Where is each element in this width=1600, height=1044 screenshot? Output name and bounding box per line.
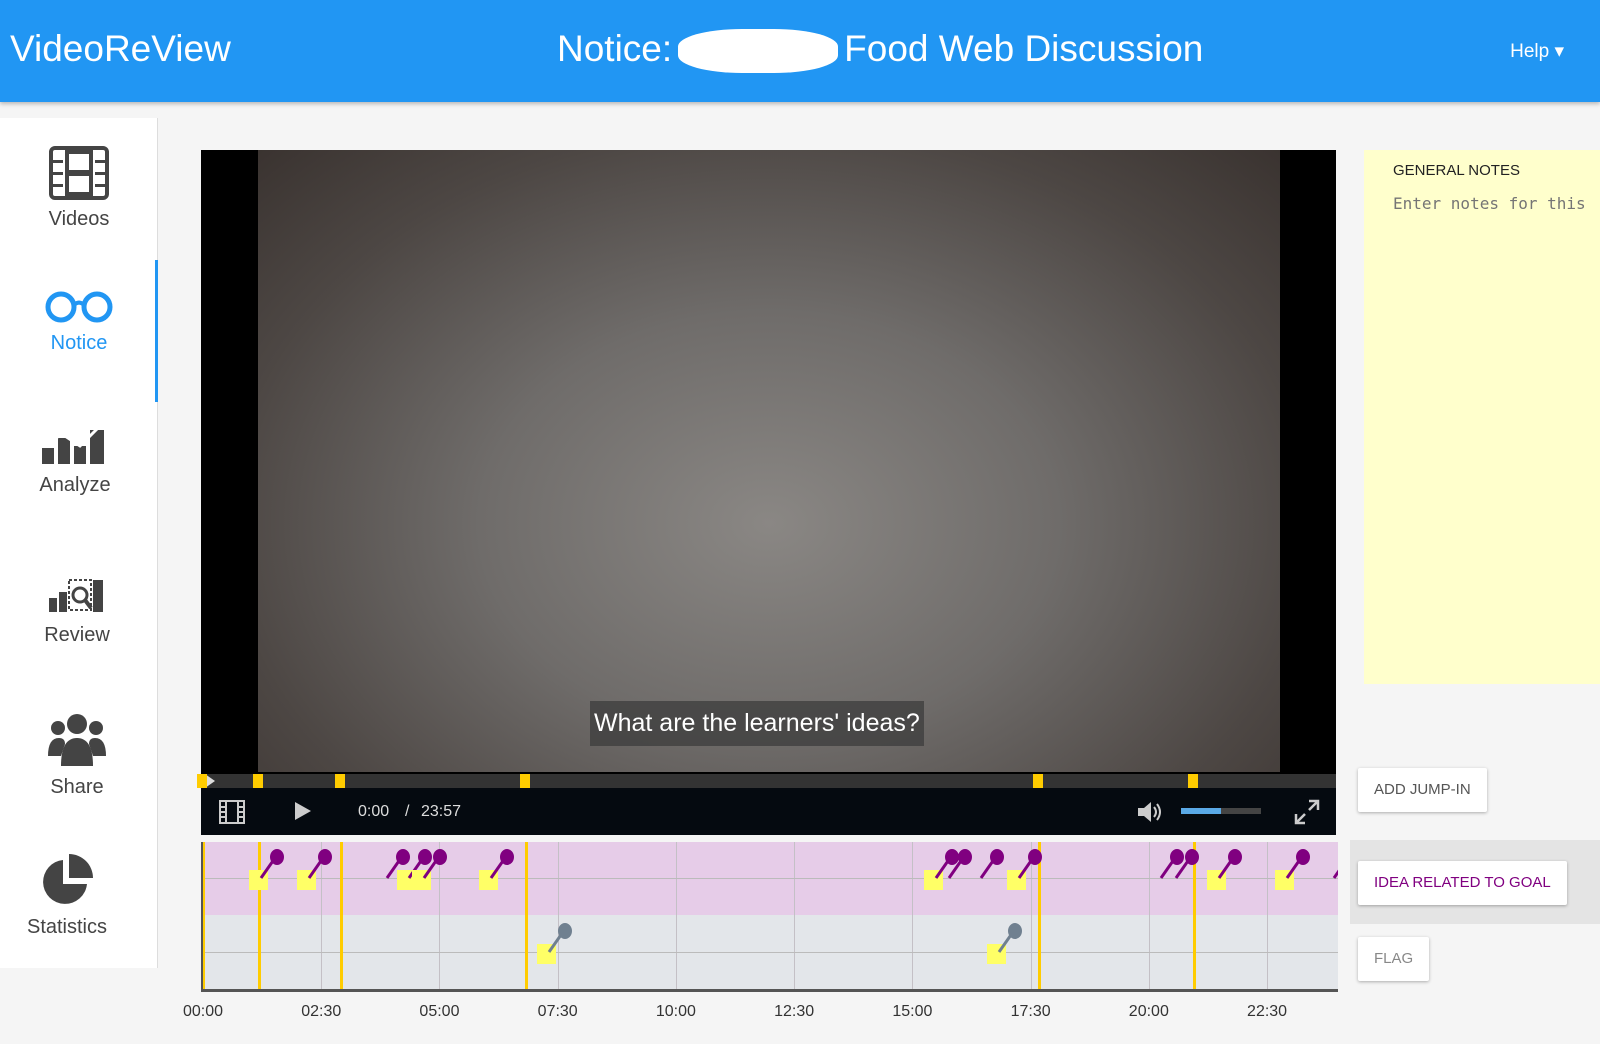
fullscreen-icon[interactable] [1294,799,1320,825]
grid-line [1267,842,1269,989]
title-suffix: Food Web Discussion [844,28,1204,69]
sidebar-item-videos[interactable]: Videos [0,146,158,231]
idea-pin-marker[interactable] [1330,848,1338,887]
video-caption: What are the learners' ideas? [590,701,924,746]
jump-in-line[interactable] [203,842,205,989]
jump-in-marker[interactable] [334,774,345,788]
tick-label: 05:00 [419,1003,460,1020]
duration: 23:57 [421,803,462,820]
idea-related-to-goal-button[interactable]: IDEA RELATED TO GOAL [1358,861,1567,905]
flag-pin-marker[interactable] [995,922,1025,961]
review-icon [49,579,103,612]
general-notes-panel: GENERAL NOTES [1364,150,1600,684]
idea-pin-marker[interactable] [1283,848,1313,887]
sidebar-label: Share [50,776,104,798]
tick-label: 12:30 [774,1003,815,1020]
idea-pin-marker[interactable] [1172,848,1202,887]
redacted-blot [678,29,839,74]
idea-pin-marker[interactable] [487,848,517,887]
grid-line [794,842,796,989]
film-icon [49,146,109,200]
grid-line [912,842,914,989]
notes-title: GENERAL NOTES [1393,162,1520,179]
app-brand[interactable]: VideoReView [10,28,231,70]
idea-pin-marker[interactable] [1015,848,1045,887]
time-separator: / [405,803,410,820]
sidebar-item-analyze[interactable]: Analyze [0,424,154,497]
tick-label: 17:30 [1010,1003,1051,1020]
idea-pin-marker[interactable] [420,848,450,887]
idea-pin-marker[interactable] [305,848,335,887]
glasses-icon [45,291,113,323]
video-frame[interactable] [258,150,1280,772]
video-player[interactable]: What are the learners' ideas? 0:00 / 23:… [197,150,1336,835]
idea-pin-marker[interactable] [945,848,975,887]
sidebar-item-statistics[interactable]: Statistics [0,852,146,939]
grid-line [1148,842,1150,989]
jump-in-marker[interactable] [252,774,263,788]
page-title: Notice: Food Web Discussion [557,28,1204,74]
sidebar-item-share[interactable]: Share [0,712,156,799]
sidebar-item-review[interactable]: Review [0,576,156,647]
jump-in-marker[interactable] [197,774,207,788]
film-icon[interactable] [219,800,245,824]
sidebar-label: Statistics [26,916,108,938]
flag-pin-marker[interactable] [545,922,575,961]
sidebar-label: Analyze [39,474,111,496]
jump-in-marker[interactable] [1033,774,1044,788]
idea-pin-marker[interactable] [257,848,287,887]
help-label: Help [1510,41,1550,62]
jump-in-marker[interactable] [520,774,531,788]
tick-label: 02:30 [301,1003,342,1020]
player-controls: 0:00 / 23:57 [201,788,1336,835]
sidebar-item-notice[interactable]: Notice [0,288,158,355]
jump-in-marker[interactable] [1187,774,1198,788]
tick-label: 00:00 [182,1003,224,1020]
annotation-timeline[interactable] [201,842,1338,992]
volume-icon[interactable] [1136,800,1162,824]
notes-input[interactable] [1393,194,1593,213]
pie-icon [43,854,93,904]
grid-line [675,842,677,989]
sidebar-label: Videos [48,208,110,230]
sidebar-label: Notice [50,332,108,354]
tick-label: 15:00 [892,1003,933,1020]
users-icon [48,714,106,766]
flag-button[interactable]: FLAG [1358,937,1430,981]
sidebar-label: Review [44,624,110,646]
volume-slider[interactable] [1181,808,1261,814]
caret-down-icon: ▾ [1554,41,1564,62]
idea-pin-marker[interactable] [977,848,1007,887]
play-icon[interactable] [295,802,311,820]
tick-label: 20:00 [1128,1003,1169,1020]
tick-label: 10:00 [655,1003,696,1020]
video-scrubber[interactable] [197,774,1336,788]
idea-pin-marker[interactable] [1215,848,1245,887]
grid-line [203,952,1338,953]
chart-icon [42,426,104,464]
sidebar [0,118,158,968]
tick-label: 22:30 [1247,1003,1288,1020]
tick-label: 07:30 [537,1003,578,1020]
help-menu[interactable]: Help ▾ [1510,40,1564,63]
title-prefix: Notice: [557,28,673,69]
add-jump-in-button[interactable]: ADD JUMP-IN [1358,768,1487,812]
jump-in-line[interactable] [339,842,343,989]
grid-line [557,842,559,989]
app-header: VideoReView Notice: Food Web Discussion H… [0,0,1600,102]
current-time: 0:00 [358,803,390,820]
jump-in-line[interactable] [525,842,529,989]
